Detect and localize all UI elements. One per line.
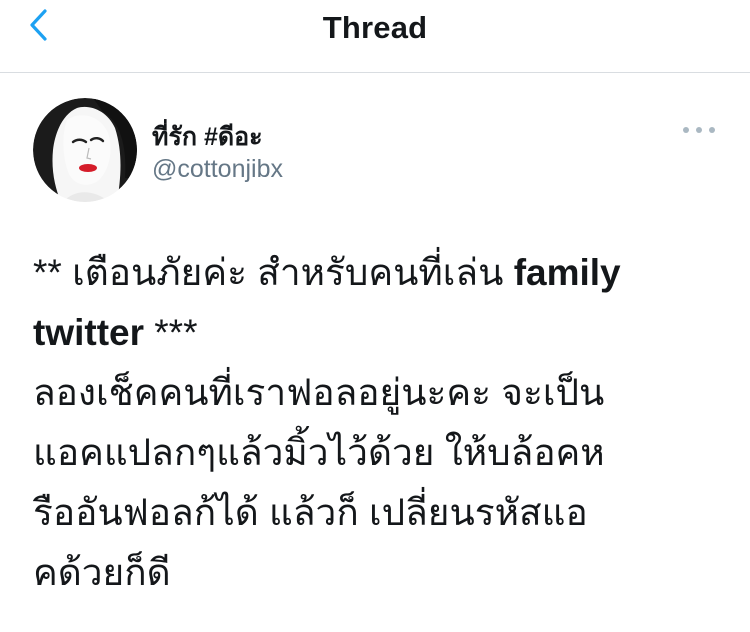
page-title: Thread xyxy=(322,10,428,45)
tweet-text-line: twitter *** xyxy=(33,303,723,363)
more-horizontal-icon xyxy=(696,127,702,133)
tweet-text-segment: *** xyxy=(144,312,198,353)
tweet-text-line: ลองเช็คคนที่เราฟอลอยู่นะคะ จะเป็น xyxy=(33,372,605,413)
tweet-text-bold-segment: family xyxy=(513,252,621,293)
tweet-text-line: แอคแปลกๆแล้วมิ้วไว้ด้วย ให้บล้อคห xyxy=(33,432,605,473)
tweet-text-bold-segment: twitter xyxy=(33,312,144,353)
display-name[interactable]: ที่รัก #ดีอะ xyxy=(152,117,263,157)
thread-header: Thread xyxy=(0,0,750,73)
tweet-text-line: ** เตือนภัยค่ะ สำหรับคนที่เล่น family xyxy=(33,243,723,303)
tweet-text: ** เตือนภัยค่ะ สำหรับคนที่เล่น family tw… xyxy=(33,243,723,603)
more-horizontal-icon xyxy=(683,127,689,133)
more-horizontal-icon xyxy=(709,127,715,133)
tweet-text-segment: ** เตือนภัยค่ะ สำหรับคนที่เล่น xyxy=(33,252,514,293)
user-handle[interactable]: @cottonjibx xyxy=(152,155,283,184)
tweet-text-line: รืออันฟอลก้ได้ แล้วก็ เปลี่ยนรหัสแอ xyxy=(33,492,588,533)
avatar[interactable] xyxy=(33,98,137,202)
more-options-button[interactable] xyxy=(683,118,715,142)
tweet: ที่รัก #ดีอะ @cottonjibx ** เตือนภัยค่ะ … xyxy=(0,73,750,632)
tweet-text-line: คด้วยก็ดี xyxy=(33,552,171,593)
